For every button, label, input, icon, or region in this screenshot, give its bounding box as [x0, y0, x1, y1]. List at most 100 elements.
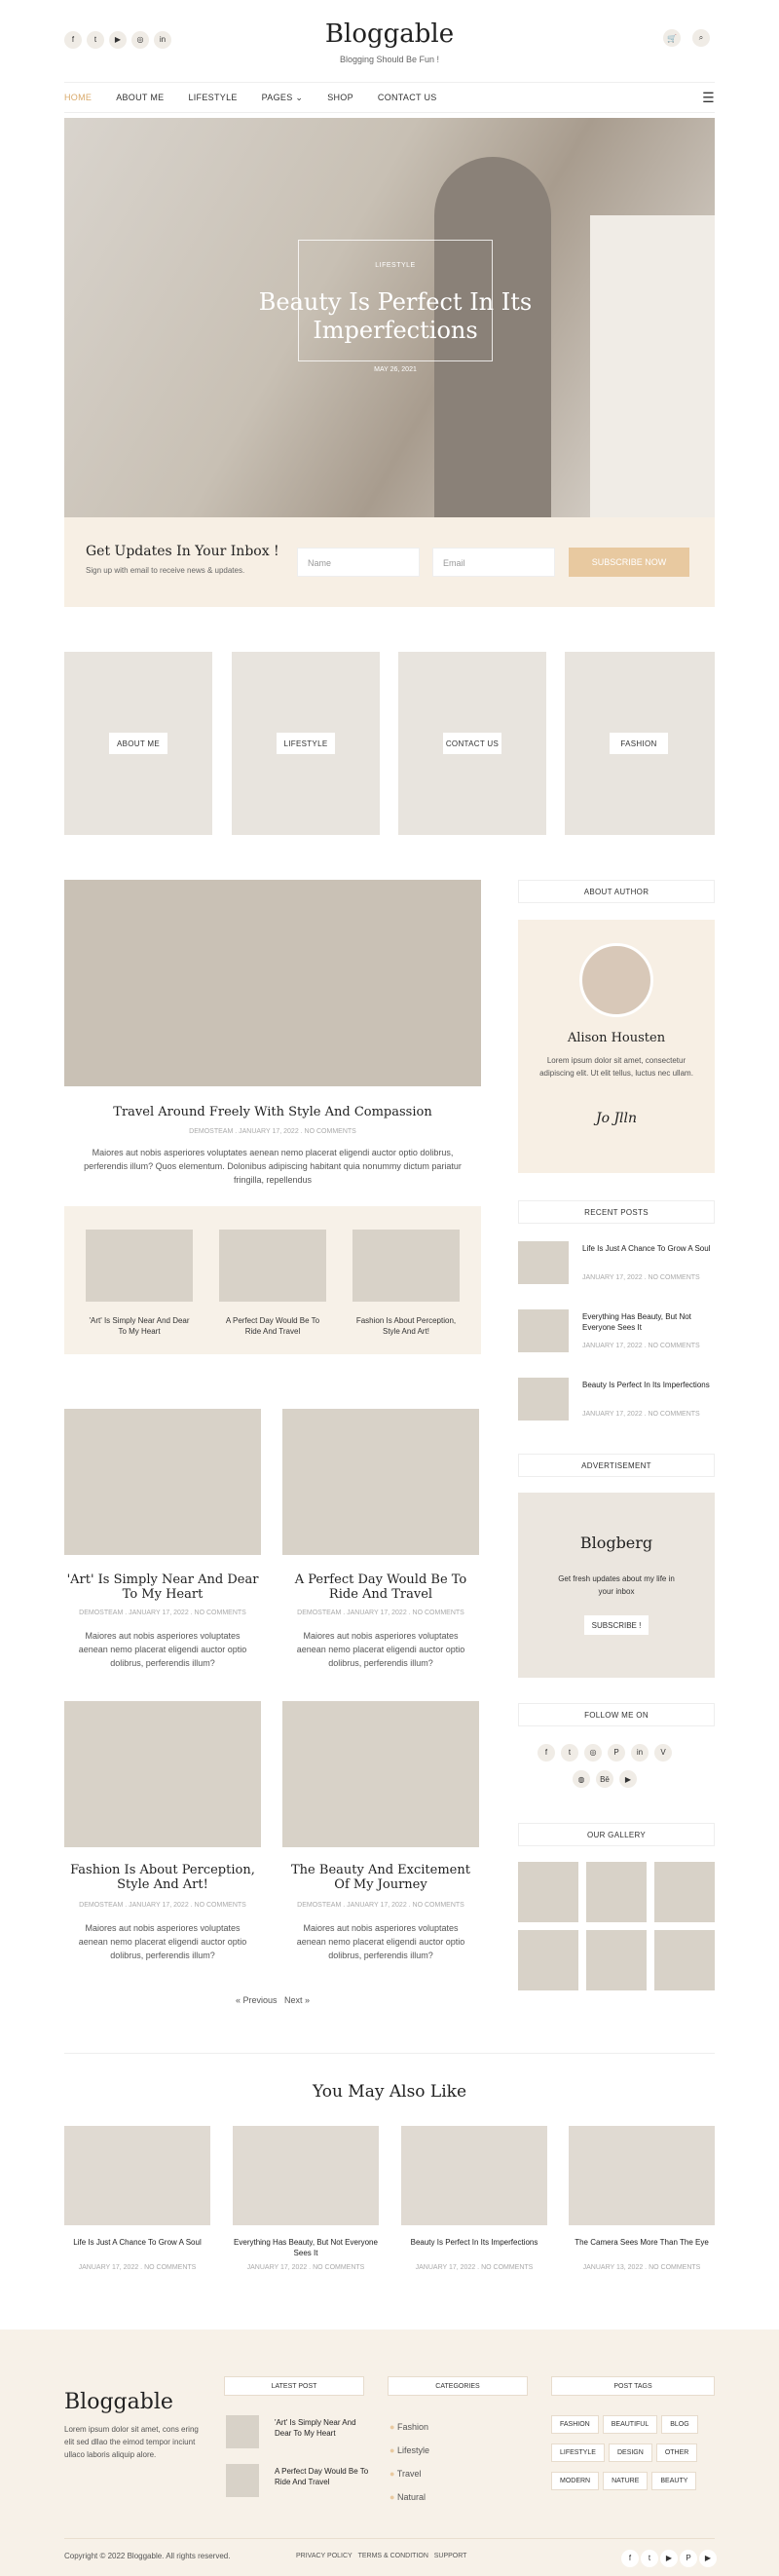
mini-post-image[interactable]: [219, 1230, 326, 1302]
footer-logo[interactable]: Bloggable: [64, 2390, 173, 2414]
terms-link[interactable]: TERMS & CONDITION: [358, 2553, 428, 2559]
related-image[interactable]: [401, 2126, 547, 2225]
support-link[interactable]: SUPPORT: [434, 2553, 467, 2559]
pinterest-icon[interactable]: P: [608, 1743, 625, 1762]
nav-pages[interactable]: PAGES ⌄: [262, 93, 304, 103]
nav-home[interactable]: HOME: [64, 93, 92, 102]
subscribe-button[interactable]: SUBSCRIBE NOW: [569, 548, 689, 577]
mini-post-title[interactable]: 'Art' Is Simply Near And Dear To My Hear…: [86, 1315, 193, 1337]
cart-icon[interactable]: 🛒: [663, 29, 681, 47]
tag[interactable]: NATURE: [603, 2472, 649, 2490]
related-image[interactable]: [569, 2126, 715, 2225]
mini-post-image[interactable]: [86, 1230, 193, 1302]
footer-category[interactable]: ● Travel: [390, 2462, 429, 2485]
footer-category[interactable]: ● Lifestyle: [390, 2439, 429, 2462]
related-image[interactable]: [64, 2126, 210, 2225]
tag[interactable]: OTHER: [655, 2443, 698, 2462]
post-image[interactable]: [282, 1701, 479, 1847]
category-tile-lifestyle[interactable]: LIFESTYLE: [232, 652, 380, 835]
category-tile-contact[interactable]: CONTACT US: [398, 652, 546, 835]
recent-post-title[interactable]: Everything Has Beauty, But Not Everyone …: [582, 1311, 715, 1333]
ad-subscribe-button[interactable]: SUBSCRIBE !: [584, 1615, 649, 1635]
site-logo[interactable]: Bloggable: [64, 19, 715, 49]
hero-title[interactable]: Beauty Is Perfect In Its Imperfections: [220, 288, 571, 345]
next-link[interactable]: Next »: [284, 1995, 310, 2005]
post-title[interactable]: A Perfect Day Would Be To Ride And Trave…: [282, 1572, 479, 1602]
recent-post[interactable]: Life Is Just A Chance To Grow A Soul JANU…: [518, 1241, 715, 1290]
post-title[interactable]: Fashion Is About Perception, Style And A…: [64, 1863, 261, 1892]
related-image[interactable]: [233, 2126, 379, 2225]
dribbble-icon[interactable]: ◍: [573, 1770, 590, 1788]
featured-meta: DEMOSTEAM . JANUARY 17, 2022 . NO COMMEN…: [189, 1128, 356, 1135]
latest-post-title[interactable]: A Perfect Day Would Be To Ride And Trave…: [275, 2466, 372, 2487]
vimeo-icon[interactable]: V: [654, 1743, 672, 1762]
linkedin-icon[interactable]: in: [631, 1743, 649, 1762]
about-author-heading: ABOUT AUTHOR: [518, 880, 715, 903]
advertisement-banner[interactable]: Blogberg Get fresh updates about my life…: [518, 1493, 715, 1678]
gallery-image[interactable]: [518, 1862, 578, 1922]
hero-slider[interactable]: LIFESTYLE Beauty Is Perfect In Its Imper…: [64, 118, 715, 517]
twitter-icon[interactable]: t: [561, 1743, 578, 1762]
latest-post-thumb[interactable]: [226, 2415, 259, 2448]
search-icon[interactable]: ⌕: [692, 29, 710, 47]
nav-contact[interactable]: CONTACT US: [378, 93, 437, 102]
name-input[interactable]: Name: [297, 548, 420, 577]
facebook-icon[interactable]: f: [621, 2549, 639, 2567]
gallery-image[interactable]: [654, 1930, 715, 1990]
category-label: LIFESTYLE: [277, 733, 335, 754]
related-title[interactable]: Life Is Just A Chance To Grow A Soul: [64, 2237, 210, 2248]
privacy-link[interactable]: PRIVACY POLICY: [296, 2553, 352, 2559]
post-image[interactable]: [64, 1701, 261, 1847]
tag[interactable]: MODERN: [551, 2472, 600, 2490]
nav-pages-label: PAGES: [261, 92, 293, 102]
mini-post-title[interactable]: A Perfect Day Would Be To Ride And Trave…: [219, 1315, 326, 1337]
youtube-icon[interactable]: ▶: [619, 1770, 637, 1788]
recent-post-thumb: [518, 1309, 569, 1352]
latest-post-title[interactable]: 'Art' Is Simply Near And Dear To My Hear…: [275, 2417, 372, 2439]
twitter-icon[interactable]: t: [641, 2549, 658, 2567]
featured-image[interactable]: [64, 880, 481, 1086]
related-title[interactable]: The Camera Sees More Than The Eye: [569, 2237, 715, 2248]
gallery-image[interactable]: [586, 1930, 647, 1990]
footer-category[interactable]: ● Natural: [390, 2485, 429, 2509]
category-tile-fashion[interactable]: FASHION: [565, 652, 715, 835]
tag[interactable]: LIFESTYLE: [551, 2443, 605, 2462]
behance-icon[interactable]: Bē: [596, 1770, 613, 1788]
tag[interactable]: FASHION: [551, 2415, 599, 2434]
latest-post-thumb[interactable]: [226, 2464, 259, 2497]
footer-category[interactable]: ● Fashion: [390, 2415, 429, 2439]
recent-post[interactable]: Everything Has Beauty, But Not Everyone …: [518, 1309, 715, 1358]
related-title[interactable]: Everything Has Beauty, But Not Everyone …: [233, 2237, 379, 2258]
mini-post-image[interactable]: [352, 1230, 460, 1302]
nav-shop[interactable]: SHOP: [327, 93, 353, 102]
youtube-icon[interactable]: ▶: [660, 2549, 678, 2567]
post-title[interactable]: 'Art' Is Simply Near And Dear To My Hear…: [64, 1572, 261, 1602]
featured-title[interactable]: Travel Around Freely With Style And Comp…: [64, 1105, 481, 1119]
tag[interactable]: BLOG: [661, 2415, 698, 2434]
email-input[interactable]: Email: [432, 548, 555, 577]
category-tile-about[interactable]: ABOUT ME: [64, 652, 212, 835]
nav-about[interactable]: ABOUT ME: [116, 93, 164, 102]
recent-post-title[interactable]: Life Is Just A Chance To Grow A Soul: [582, 1243, 715, 1254]
facebook-icon[interactable]: f: [538, 1743, 555, 1762]
related-title[interactable]: Beauty Is Perfect In Its Imperfections: [401, 2237, 547, 2248]
instagram-icon[interactable]: ◎: [584, 1743, 602, 1762]
post-title[interactable]: The Beauty And Excitement Of My Journey: [282, 1863, 479, 1892]
tag[interactable]: BEAUTIFUL: [602, 2415, 658, 2434]
youtube-icon[interactable]: ▶: [699, 2549, 717, 2567]
nav-lifestyle[interactable]: LIFESTYLE: [188, 93, 237, 102]
gallery-image[interactable]: [586, 1862, 647, 1922]
recent-post[interactable]: Beauty Is Perfect In Its Imperfections JA…: [518, 1378, 715, 1426]
prev-link[interactable]: « Previous: [236, 1995, 278, 2005]
hero-category[interactable]: LIFESTYLE: [298, 262, 493, 269]
post-image[interactable]: [64, 1409, 261, 1555]
gallery-image[interactable]: [654, 1862, 715, 1922]
tag[interactable]: BEAUTY: [651, 2472, 697, 2490]
gallery-image[interactable]: [518, 1930, 578, 1990]
mini-post-title[interactable]: Fashion Is About Perception, Style And A…: [352, 1315, 460, 1337]
post-image[interactable]: [282, 1409, 479, 1555]
recent-post-title[interactable]: Beauty Is Perfect In Its Imperfections: [582, 1380, 715, 1390]
menu-icon[interactable]: ☰: [702, 90, 715, 106]
pinterest-icon[interactable]: P: [680, 2549, 697, 2567]
tag[interactable]: DESIGN: [608, 2443, 652, 2462]
